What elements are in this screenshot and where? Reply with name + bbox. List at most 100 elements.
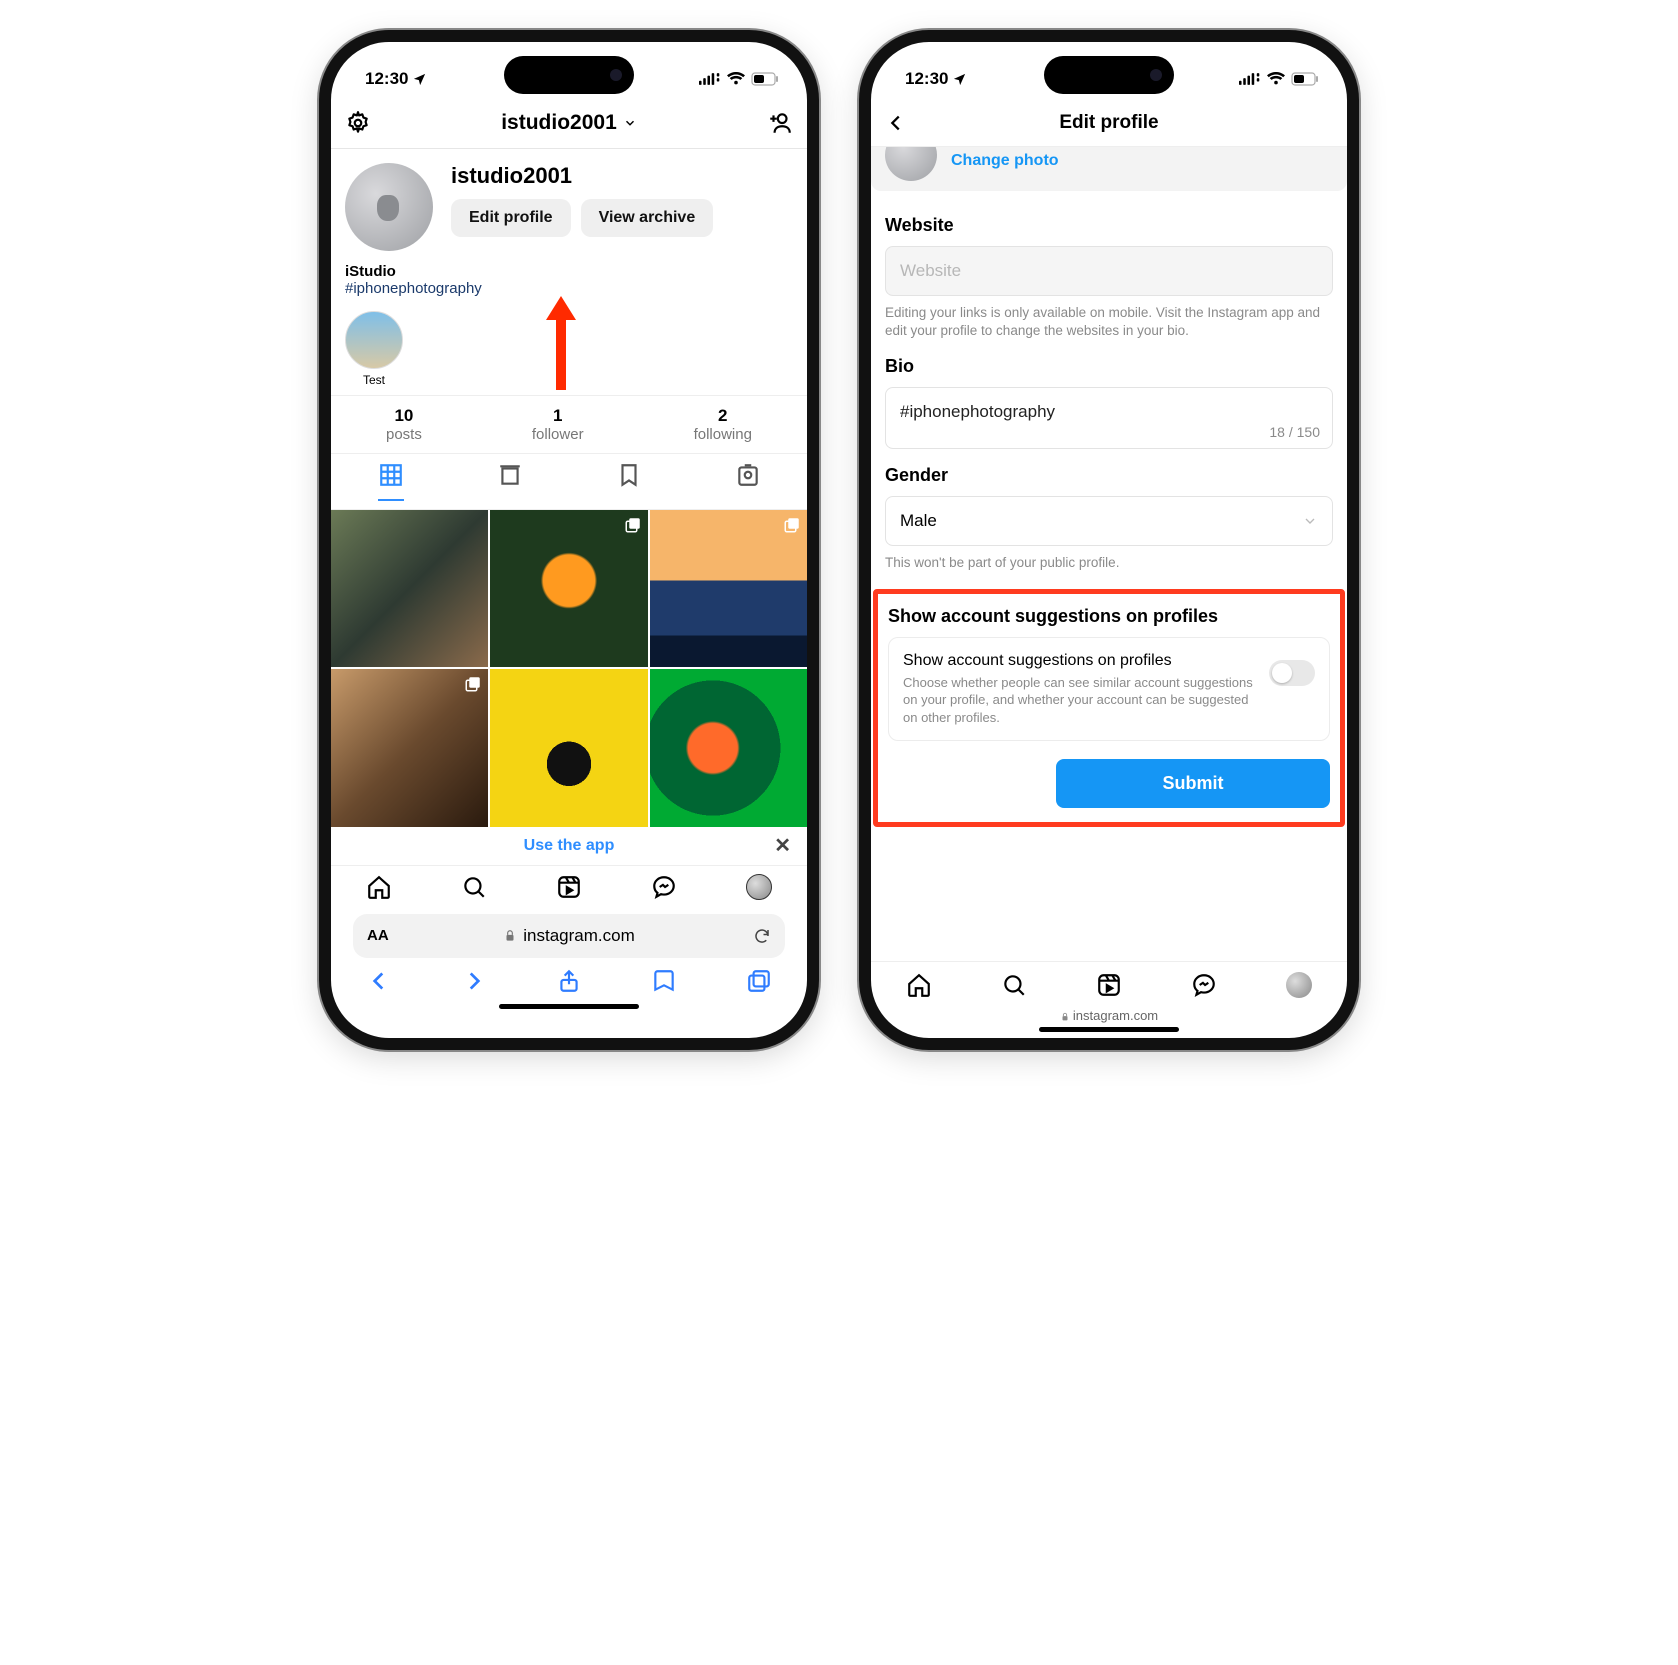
story-highlights: Test (331, 301, 807, 395)
text-size-button[interactable]: AA (367, 927, 389, 944)
display-name: iStudio (345, 263, 793, 280)
profile-avatar[interactable] (345, 163, 433, 251)
view-archive-button[interactable]: View archive (581, 199, 714, 237)
highlight-label: Test (345, 373, 403, 387)
battery-icon (751, 72, 779, 86)
home-icon[interactable] (366, 874, 392, 900)
mini-address-bar[interactable]: instagram.com (871, 1004, 1347, 1023)
bottom-nav (871, 961, 1347, 1004)
home-indicator (1039, 1027, 1179, 1032)
nav-profile[interactable] (746, 874, 772, 900)
profile-username: istudio2001 (451, 163, 793, 189)
back-icon[interactable] (366, 968, 392, 994)
website-section: Website Website Editing your links is on… (871, 205, 1347, 346)
settings-icon[interactable] (345, 110, 371, 136)
change-photo-row: Change photo (871, 147, 1347, 191)
messenger-icon[interactable] (651, 874, 677, 900)
stat-followers[interactable]: 1 follower (532, 406, 584, 443)
carousel-icon (783, 516, 801, 534)
bio-counter: 18 / 150 (1269, 424, 1320, 440)
lock-icon (1060, 1012, 1070, 1022)
stat-following[interactable]: 2 following (694, 406, 752, 443)
safari-toolbar (331, 958, 807, 1000)
posts-grid (331, 510, 807, 827)
suggestions-toggle-row: Show account suggestions on profiles Cho… (888, 637, 1330, 742)
search-icon[interactable] (1001, 972, 1027, 998)
tab-tagged[interactable] (735, 462, 761, 501)
back-icon[interactable] (885, 112, 907, 134)
suggestions-heading: Show account suggestions on profiles (888, 606, 1330, 627)
nav-profile[interactable] (1286, 972, 1312, 998)
feed-icon (497, 462, 523, 488)
stat-posts[interactable]: 10 posts (386, 406, 422, 443)
post-thumb[interactable] (490, 669, 647, 826)
profile-stats: 10 posts 1 follower 2 following (331, 395, 807, 454)
tab-saved[interactable] (616, 462, 642, 501)
edit-profile-button[interactable]: Edit profile (451, 199, 571, 237)
bookmarks-icon[interactable] (651, 968, 677, 994)
tagged-icon (735, 462, 761, 488)
reload-icon[interactable] (753, 927, 771, 945)
bio-value: #iphonephotography (900, 402, 1055, 422)
messenger-icon[interactable] (1191, 972, 1217, 998)
profile-info: istudio2001 Edit profile View archive (331, 149, 807, 257)
suggestions-title: Show account suggestions on profiles (903, 652, 1257, 670)
dynamic-island (1044, 56, 1174, 94)
bio-label: Bio (885, 356, 1333, 377)
post-thumb[interactable] (331, 669, 488, 826)
status-time: 12:30 (365, 69, 408, 89)
grid-icon (378, 462, 404, 488)
bio-hashtag[interactable]: #iphonephotography (345, 280, 793, 297)
header-username: istudio2001 (501, 111, 617, 135)
post-thumb[interactable] (490, 510, 647, 667)
reels-icon[interactable] (556, 874, 582, 900)
bottom-nav (331, 865, 807, 908)
post-thumb[interactable] (650, 510, 807, 667)
edit-avatar[interactable] (885, 147, 937, 181)
lock-icon (503, 929, 517, 943)
location-icon (412, 72, 427, 87)
carousel-icon (464, 675, 482, 693)
profile-tabs (331, 454, 807, 510)
carousel-icon (624, 516, 642, 534)
safari-address-bar[interactable]: AA instagram.com (353, 914, 785, 958)
chevron-down-icon (1302, 513, 1318, 529)
search-icon[interactable] (461, 874, 487, 900)
gender-select[interactable]: Male (885, 496, 1333, 546)
post-thumb[interactable] (650, 669, 807, 826)
home-indicator (499, 1004, 639, 1009)
bio-input[interactable]: #iphonephotography 18 / 150 (885, 387, 1333, 449)
wifi-icon (727, 72, 745, 86)
tab-grid[interactable] (378, 462, 404, 501)
website-hint: Editing your links is only available on … (885, 304, 1333, 340)
tabs-icon[interactable] (746, 968, 772, 994)
website-input[interactable]: Website (885, 246, 1333, 296)
share-icon[interactable] (556, 968, 582, 994)
use-app-banner[interactable]: Use the app ✕ (331, 827, 807, 865)
submit-button[interactable]: Submit (1056, 759, 1330, 808)
highlight-item[interactable] (345, 311, 403, 369)
website-label: Website (885, 215, 1333, 236)
suggestions-toggle[interactable] (1269, 660, 1315, 686)
chevron-down-icon (623, 116, 637, 130)
annotation-highlight: Show account suggestions on profiles Sho… (873, 589, 1345, 828)
home-icon[interactable] (906, 972, 932, 998)
use-app-label: Use the app (524, 837, 615, 855)
battery-icon (1291, 72, 1319, 86)
post-thumb[interactable] (331, 510, 488, 667)
add-user-icon[interactable] (767, 110, 793, 136)
edit-profile-header: Edit profile (871, 102, 1347, 147)
page-title: Edit profile (1059, 112, 1158, 134)
username-dropdown[interactable]: istudio2001 (501, 111, 637, 135)
change-photo-link[interactable]: Change photo (951, 152, 1059, 170)
gender-hint: This won't be part of your public profil… (885, 554, 1333, 572)
reels-icon[interactable] (1096, 972, 1122, 998)
url-text: instagram.com (523, 926, 634, 946)
tab-feed[interactable] (497, 462, 523, 501)
wifi-icon (1267, 72, 1285, 86)
forward-icon[interactable] (461, 968, 487, 994)
phone-left: 12:30 istudio2001 istudio2001 (319, 30, 819, 1050)
phone-right: 12:30 Edit profile Change photo Website … (859, 30, 1359, 1050)
mini-url-text: instagram.com (1073, 1008, 1158, 1023)
close-icon[interactable]: ✕ (774, 833, 791, 858)
